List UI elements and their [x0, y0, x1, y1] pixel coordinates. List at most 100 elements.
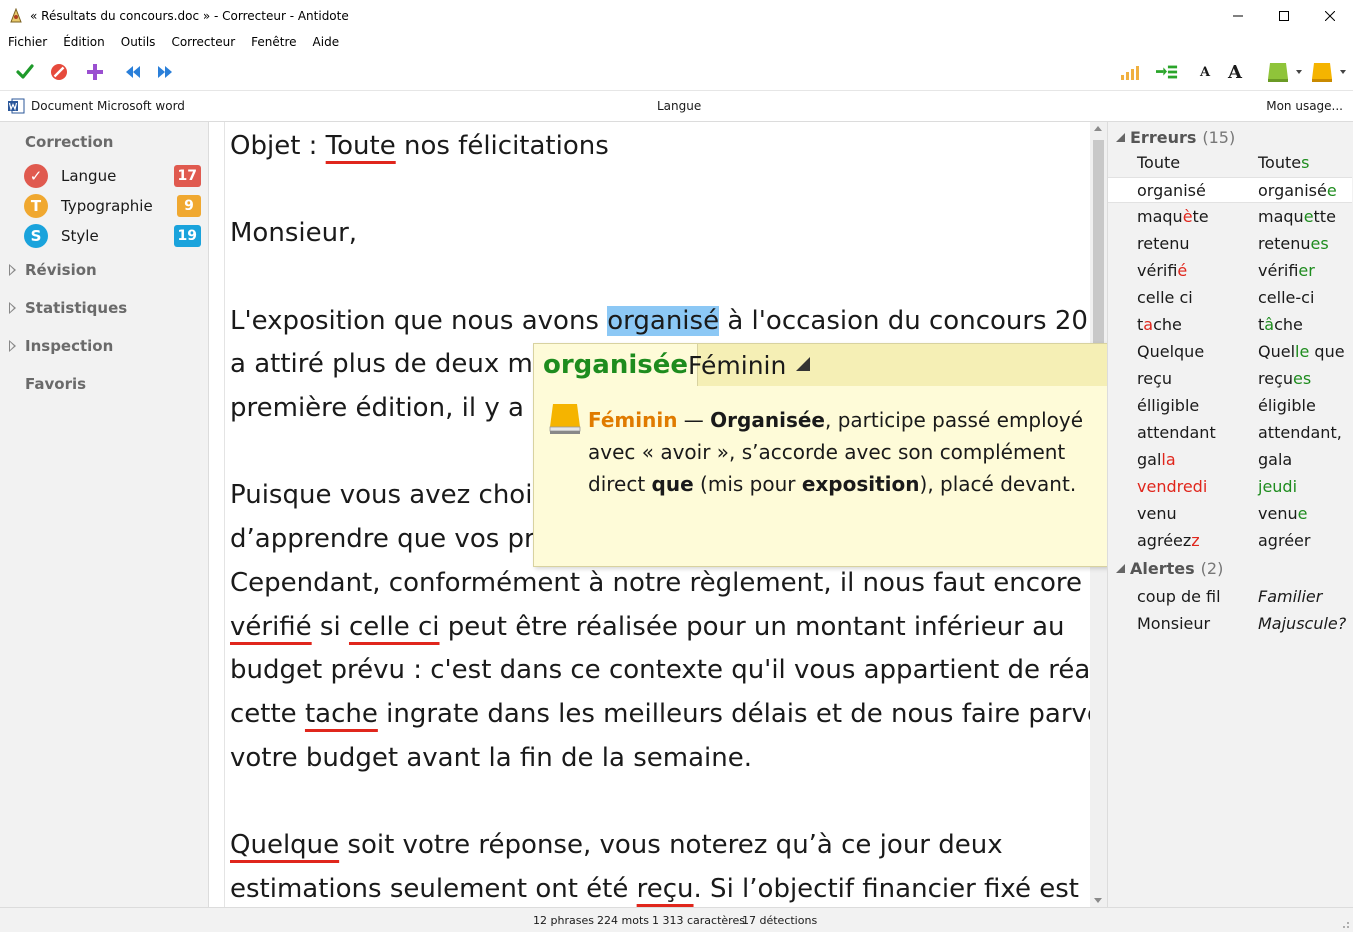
- error-row[interactable]: vérifié vérifier: [1108, 258, 1352, 284]
- error-text-part: gala: [1258, 450, 1293, 469]
- error-original: Toute: [1137, 153, 1180, 172]
- error-row[interactable]: vendredi jeudi: [1108, 474, 1352, 500]
- flagged-word[interactable]: Toute: [326, 131, 396, 161]
- error-row[interactable]: reçu reçues: [1108, 366, 1352, 392]
- rule-name: Féminin: [688, 350, 787, 380]
- expand-arrow-icon[interactable]: [9, 302, 16, 314]
- error-row[interactable]: celle ci celle-ci: [1108, 285, 1352, 311]
- section-revision[interactable]: Révision: [25, 261, 97, 279]
- add-button[interactable]: [84, 61, 106, 83]
- error-row[interactable]: Quelque Quelle que: [1108, 339, 1352, 365]
- flagged-word[interactable]: Quelque: [230, 830, 339, 860]
- error-original: attendant: [1137, 423, 1216, 442]
- sidebar-item-label: Style: [61, 227, 99, 245]
- menu-fichier[interactable]: Fichier: [0, 35, 55, 49]
- document-line: Puisque vous avez chois: [230, 480, 546, 510]
- error-row[interactable]: organisé organisée: [1108, 177, 1352, 203]
- error-text-part: Quel: [1258, 342, 1296, 361]
- status-bar: 12 phrases 224 mots 1 313 caractères 17 …: [0, 907, 1353, 932]
- error-row[interactable]: Toute Toutes: [1108, 150, 1352, 176]
- scroll-up-icon[interactable]: [1094, 126, 1102, 131]
- error-text-part: s: [1301, 153, 1310, 172]
- flagged-word[interactable]: celle ci: [349, 612, 440, 642]
- error-row[interactable]: retenu retenues: [1108, 231, 1352, 257]
- error-row[interactable]: venu venue: [1108, 501, 1352, 527]
- bar-chart-icon: [1121, 66, 1139, 80]
- error-row[interactable]: attendant attendant,: [1108, 420, 1352, 446]
- rule-label[interactable]: Féminin: [688, 344, 811, 386]
- text-run: Puisque vous avez chois: [230, 480, 546, 510]
- document-line: cette tache ingrate dans les meilleurs d…: [230, 699, 1090, 729]
- menu-outils[interactable]: Outils: [113, 35, 164, 49]
- document-bar: Document Microsoft word Langue Mon usage…: [0, 91, 1353, 122]
- text-run: Cependant, conformément à notre règlemen…: [230, 568, 1083, 598]
- error-row[interactable]: maquète maquette: [1108, 204, 1352, 230]
- collapse-triangle-icon: [1116, 133, 1125, 142]
- flagged-word[interactable]: tache: [305, 699, 378, 729]
- dictionaries-button[interactable]: [1266, 61, 1306, 83]
- ignore-button[interactable]: [48, 61, 70, 83]
- margin-line: [224, 122, 225, 907]
- status-phrases: 12 phrases: [533, 914, 594, 927]
- alert-row[interactable]: Monsieur Majuscule?: [1108, 611, 1352, 637]
- error-original: maquète: [1137, 207, 1209, 226]
- error-row[interactable]: élligible éligible: [1108, 393, 1352, 419]
- error-text-part: es: [1293, 369, 1312, 388]
- sidebar-item-style[interactable]: S Style 19: [24, 223, 204, 249]
- usage-dropdown[interactable]: Mon usage...: [1266, 99, 1343, 113]
- explanation-word: Organisée: [710, 408, 825, 432]
- font-small-button[interactable]: A: [1194, 61, 1216, 83]
- font-large-button[interactable]: A: [1224, 61, 1246, 83]
- text-run: . Si l’objectif financier fixé est: [693, 874, 1079, 904]
- count-badge: 9: [177, 195, 201, 217]
- section-statistiques[interactable]: Statistiques: [25, 299, 127, 317]
- expand-arrow-icon[interactable]: [9, 264, 16, 276]
- error-correction: celle-ci: [1258, 288, 1314, 307]
- error-text-part: attendant,: [1258, 423, 1342, 442]
- selected-flagged-word[interactable]: organisé: [607, 306, 720, 336]
- error-text-part: retenu: [1137, 234, 1190, 253]
- error-original: élligible: [1137, 396, 1199, 415]
- error-text-part: gal: [1137, 450, 1162, 469]
- menu-edition[interactable]: Édition: [55, 35, 113, 49]
- error-row[interactable]: galla gala: [1108, 447, 1352, 473]
- error-text-part: reçu: [1258, 369, 1294, 388]
- previous-error-button[interactable]: [122, 61, 144, 83]
- list-view-button[interactable]: [1156, 61, 1178, 83]
- error-row[interactable]: agréezz agréer: [1108, 528, 1352, 554]
- accept-correction-button[interactable]: [14, 61, 36, 83]
- correction-section-title[interactable]: Correction: [25, 133, 113, 151]
- error-text-part: che: [1153, 315, 1182, 334]
- guides-button[interactable]: [1310, 61, 1350, 83]
- error-text-part: organisé: [1258, 181, 1327, 200]
- text-run: ingrate dans les meilleurs délais et de …: [377, 699, 1090, 729]
- alert-original: Monsieur: [1137, 614, 1211, 633]
- sidebar-item-typographie[interactable]: T Typographie 9: [24, 193, 204, 219]
- section-inspection[interactable]: Inspection: [25, 337, 113, 355]
- menu-aide[interactable]: Aide: [305, 35, 348, 49]
- error-original: tache: [1137, 315, 1182, 334]
- text-run: a attiré plus de deux mill: [230, 349, 555, 379]
- menu-fenetre[interactable]: Fenêtre: [243, 35, 304, 49]
- suggestion-button[interactable]: organisée: [534, 344, 699, 386]
- scroll-down-icon[interactable]: [1094, 898, 1102, 903]
- flagged-word[interactable]: vérifié: [230, 612, 312, 642]
- toolbar: A A: [0, 53, 1353, 91]
- maximize-button[interactable]: [1261, 0, 1307, 31]
- minimize-button[interactable]: [1215, 0, 1261, 31]
- close-button[interactable]: [1307, 0, 1353, 31]
- next-error-button[interactable]: [154, 61, 176, 83]
- window-controls: [1215, 0, 1353, 31]
- sidebar-item-langue[interactable]: ✓ Langue 17: [24, 163, 204, 189]
- error-row[interactable]: tache tâche: [1108, 312, 1352, 338]
- errors-header[interactable]: Erreurs (15): [1116, 128, 1235, 147]
- resize-grip-icon[interactable]: [1340, 919, 1350, 929]
- window-title: « Résultats du concours.doc » - Correcte…: [30, 8, 349, 23]
- section-favoris[interactable]: Favoris: [25, 375, 86, 393]
- flagged-word[interactable]: reçu: [637, 874, 694, 904]
- alert-row[interactable]: coup de fil Familier: [1108, 584, 1352, 610]
- menu-correcteur[interactable]: Correcteur: [163, 35, 243, 49]
- alerts-header[interactable]: Alertes (2): [1116, 559, 1223, 578]
- statistics-button[interactable]: [1120, 61, 1142, 83]
- expand-arrow-icon[interactable]: [9, 340, 16, 352]
